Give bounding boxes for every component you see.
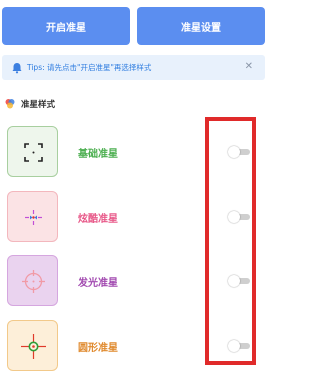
section-title: 准星样式 — [21, 100, 56, 110]
style-label: 发光准星 — [78, 278, 118, 289]
palette-icon — [5, 99, 15, 109]
cool-crosshair-icon — [25, 210, 42, 225]
crosshair-settings-button[interactable]: 准星设置 — [137, 7, 265, 45]
close-icon[interactable]: ✕ — [245, 61, 253, 72]
style-label: 炫酷准星 — [78, 214, 118, 225]
glow-crosshair-icon — [22, 270, 45, 293]
tips-text: Tips: 请先点击"开启准星"再选择样式 — [27, 63, 152, 72]
bell-icon — [12, 62, 22, 73]
circle-crosshair-icon — [21, 334, 46, 359]
tips-banner: Tips: 请先点击"开启准星"再选择样式 ✕ — [2, 55, 265, 80]
style-label: 圆形准星 — [78, 343, 118, 354]
highlight-box — [205, 117, 256, 365]
style-thumb-glow[interactable] — [7, 255, 58, 306]
section-header: 准星样式 — [4, 96, 55, 112]
style-thumb-cool[interactable] — [7, 191, 58, 242]
style-thumb-basic[interactable] — [7, 126, 58, 177]
style-label: 基础准星 — [78, 149, 118, 160]
start-crosshair-button[interactable]: 开启准星 — [2, 7, 130, 45]
style-thumb-circle[interactable] — [7, 320, 58, 371]
basic-crosshair-icon — [24, 143, 43, 162]
